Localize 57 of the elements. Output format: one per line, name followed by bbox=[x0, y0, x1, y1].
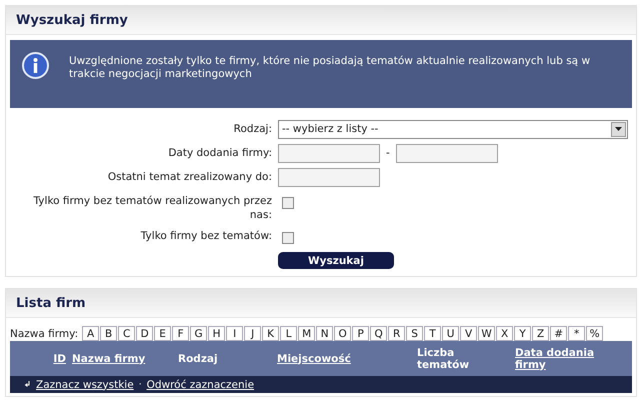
column-header: Rodzaj bbox=[178, 352, 218, 364]
letter-filter-button[interactable]: D bbox=[136, 326, 154, 341]
letter-filter-button[interactable]: R bbox=[388, 326, 406, 341]
arrow-icon bbox=[24, 381, 31, 388]
filter-label: Nazwa firmy: bbox=[10, 328, 78, 340]
letter-filter-button[interactable]: B bbox=[100, 326, 118, 341]
letter-filter-button[interactable]: S bbox=[406, 326, 424, 341]
info-icon bbox=[22, 52, 49, 79]
range-separator: - bbox=[386, 147, 390, 159]
letter-filter-button[interactable]: K bbox=[262, 326, 280, 341]
letter-filter-button[interactable]: G bbox=[190, 326, 208, 341]
letter-filter-button[interactable]: H bbox=[208, 326, 226, 341]
separator-dot: · bbox=[138, 380, 142, 390]
field-label: Ostatni temat zrealizowany do: bbox=[106, 170, 272, 184]
panel-title: Wyszukaj firmy bbox=[6, 6, 636, 35]
selection-link[interactable]: Zaznacz wszystkie bbox=[36, 378, 134, 390]
info-text: Uwzględnione zostały tylko te firmy, które nie posiadają tematów aktualnie realizowanych lub są w trakcie negocjacji marketingowych bbox=[69, 55, 592, 81]
letter-filter-button[interactable]: U bbox=[442, 326, 460, 341]
letter-filter-button[interactable]: V bbox=[460, 326, 478, 341]
letter-filter-button[interactable]: W bbox=[478, 326, 496, 341]
letter-filter-button[interactable]: Z bbox=[532, 326, 550, 341]
letter-filter-button[interactable]: M bbox=[298, 326, 316, 341]
checkbox[interactable] bbox=[282, 196, 294, 208]
field-label: Daty dodania firmy: bbox=[167, 146, 272, 160]
type-select[interactable]: -- wybierz z listy -- bbox=[278, 120, 628, 138]
letter-filter-button[interactable]: Y bbox=[514, 326, 532, 341]
column-sort-link[interactable]: Miejscowość bbox=[277, 352, 351, 364]
letter-filter-button[interactable]: O bbox=[334, 326, 352, 341]
letter-filter-button[interactable]: J bbox=[244, 326, 262, 341]
letter-filter-button[interactable]: F bbox=[172, 326, 190, 341]
letter-filter-button[interactable]: N bbox=[316, 326, 334, 341]
column-sort-link[interactable]: ID bbox=[53, 352, 72, 364]
checkbox[interactable] bbox=[282, 232, 294, 244]
column-sort-link[interactable]: Nazwa firmy bbox=[72, 352, 146, 364]
letter-filter-button[interactable]: P bbox=[352, 326, 370, 341]
date-field[interactable] bbox=[278, 168, 380, 186]
panel-title: Lista firm bbox=[6, 289, 636, 318]
date-to-field[interactable] bbox=[396, 144, 498, 162]
field-label: Tylko firmy bez tematów: bbox=[140, 229, 272, 243]
column-header: Liczba tematów bbox=[417, 346, 470, 370]
field-label: Tylko firmy bez tematów realizowanych przez nas: bbox=[32, 194, 272, 222]
search-button[interactable]: Wyszukaj bbox=[278, 252, 394, 269]
letter-filter-button[interactable]: T bbox=[424, 326, 442, 341]
letter-filter-button[interactable]: * bbox=[568, 326, 586, 341]
letter-filter-button[interactable]: E bbox=[154, 326, 172, 341]
letter-filter-button[interactable]: I bbox=[226, 326, 244, 341]
letter-filter-button[interactable]: C bbox=[118, 326, 136, 341]
date-from-field[interactable] bbox=[278, 144, 380, 162]
letter-filter-button[interactable]: L bbox=[280, 326, 298, 341]
letter-filter-button[interactable]: Q bbox=[370, 326, 388, 341]
letter-filter-button[interactable]: % bbox=[586, 326, 604, 341]
letter-filter-button[interactable]: A bbox=[82, 326, 100, 341]
letter-filter-button[interactable]: X bbox=[496, 326, 514, 341]
letter-filter-button[interactable]: # bbox=[550, 326, 568, 341]
selection-link[interactable]: Odwróć zaznaczenie bbox=[146, 378, 254, 390]
field-label: Rodzaj: bbox=[232, 122, 272, 136]
column-sort-link[interactable]: Data dodania firmy bbox=[515, 346, 605, 370]
